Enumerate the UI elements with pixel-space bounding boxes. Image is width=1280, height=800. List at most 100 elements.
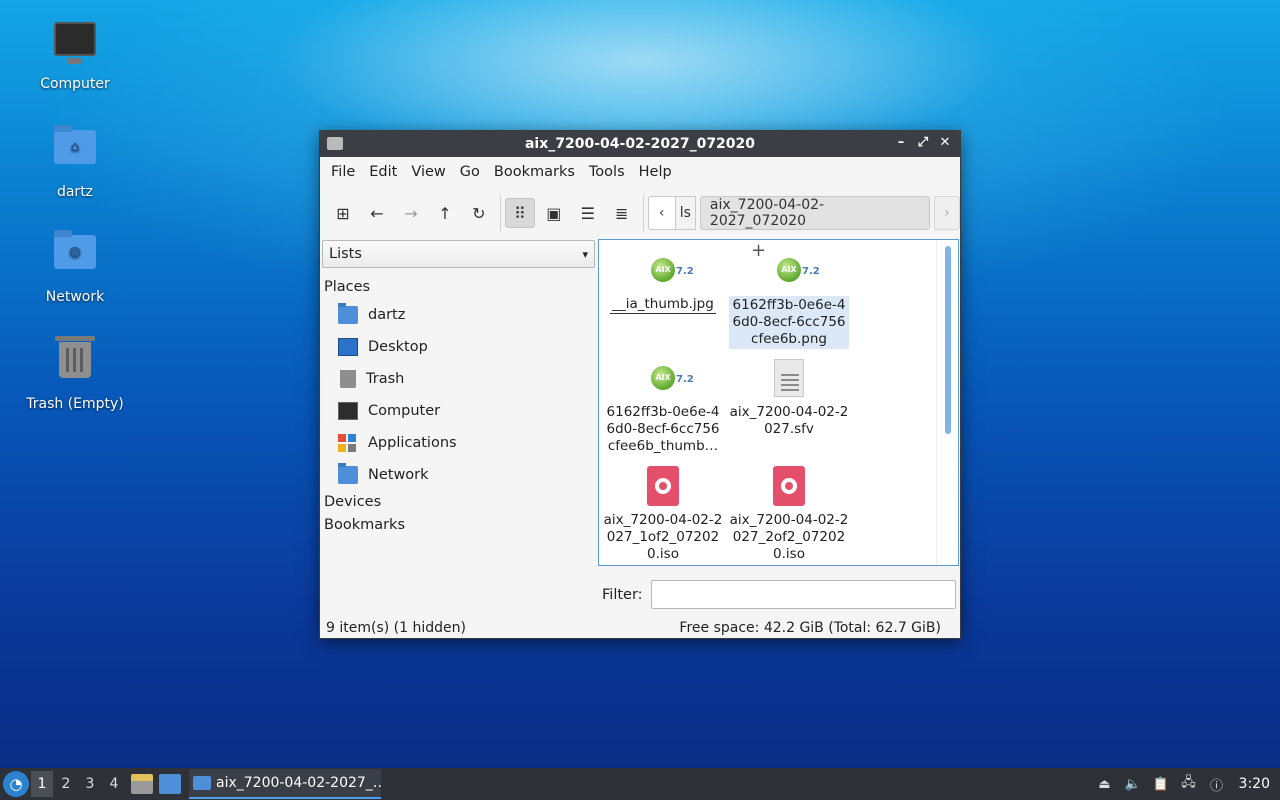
system-tray: ⏏ 🔈 📋 🖧 ⓘ 3:20 (1095, 774, 1280, 794)
lxqt-logo-icon: ◔ (9, 775, 23, 793)
path-crumb-parent[interactable]: ls (675, 196, 696, 230)
desktop-icon-label: dartz (56, 184, 94, 200)
filter-input[interactable] (650, 580, 956, 609)
places-heading[interactable]: Places (321, 276, 595, 299)
menu-edit[interactable]: Edit (362, 164, 404, 180)
notification-icon[interactable]: ⓘ (1207, 774, 1227, 794)
desktop-icon (338, 338, 358, 356)
reload-button[interactable]: ↻ (464, 198, 494, 228)
taskbar-window-label: aix_7200-04-02-2027_… (216, 775, 381, 791)
item-count: 9 item(s) (1 hidden) (326, 620, 466, 636)
start-menu-button[interactable]: ◔ (3, 771, 29, 797)
applications-icon (338, 434, 358, 452)
file-item[interactable]: AIX 7.2 6162ff3b-0e6e-4 6d0-8ecf-6cc756 cfe… (727, 248, 851, 349)
sidebar-item-home[interactable]: dartz (321, 299, 595, 331)
file-item[interactable]: aix_7200-04-02-2 027.sfv (727, 356, 851, 438)
menu-bar: File Edit View Go Bookmarks Tools Help (320, 157, 960, 187)
file-name: 6162ff3b-0e6e-4 6d0-8ecf-6cc756 cfee6b.png (729, 296, 849, 349)
devices-heading[interactable]: Devices (321, 491, 595, 514)
network-icon[interactable]: 🖧 (1179, 774, 1199, 794)
back-button[interactable]: ← (362, 198, 392, 228)
sidebar-item-desktop[interactable]: Desktop (321, 331, 595, 363)
up-button[interactable]: ↑ (430, 198, 460, 228)
vertical-scrollbar[interactable] (936, 240, 958, 565)
sidebar-item-trash[interactable]: Trash (321, 363, 595, 395)
file-name: aix_7200-04-02-2 027.sfv (729, 404, 849, 437)
toolbar-separator (642, 195, 644, 231)
file-item[interactable]: AIX 7.2 __ia_thumb.jpg (601, 248, 725, 314)
disc-image-icon (773, 466, 805, 506)
taskbar-window-button[interactable]: aix_7200-04-02-2027_… (189, 769, 381, 799)
minimize-button[interactable]: – (892, 134, 910, 152)
desktop-icon-label: Computer (40, 76, 110, 92)
forward-button[interactable]: → (396, 198, 426, 228)
clock[interactable]: 3:20 (1239, 776, 1270, 792)
computer-icon (338, 402, 358, 420)
arrow-up-icon: ↑ (438, 203, 452, 223)
new-tab-button[interactable]: ⊞ (328, 198, 358, 228)
file-name: aix_7200-04-02-2 027_1of2_07202 0.iso (603, 512, 723, 562)
file-view[interactable]: + AIX 7.2 __ia_thumb.jpg AIX 7.2 6162ff3b-… (598, 239, 959, 566)
show-desktop-icon[interactable] (159, 774, 181, 794)
compact-view-button[interactable]: ☰ (573, 198, 603, 228)
close-button[interactable]: ✕ (936, 134, 954, 152)
image-icon: ▣ (546, 203, 562, 223)
folder-icon (327, 137, 343, 150)
free-space: Free space: 42.2 GiB (Total: 62.7 GiB) (679, 620, 941, 636)
detailed-view-button[interactable]: ≣ (607, 198, 637, 228)
menu-tools[interactable]: Tools (582, 164, 632, 180)
side-pane-mode-select[interactable]: Lists ▾ (322, 240, 595, 268)
menu-file[interactable]: File (324, 164, 362, 180)
maximize-button[interactable]: ⤢ (914, 134, 932, 152)
desktop-icon-home[interactable]: ⌂ dartz (20, 122, 130, 200)
clipboard-icon[interactable]: 📋 (1151, 774, 1171, 794)
desktop-icon-trash[interactable]: Trash (Empty) (20, 332, 130, 412)
status-bar: 9 item(s) (1 hidden) Free space: 42.2 Gi… (320, 617, 960, 639)
file-name: __ia_thumb.jpg (610, 296, 716, 314)
reload-icon: ↻ (472, 203, 486, 223)
path-crumb-current[interactable]: aix_7200-04-02-2027_072020 (699, 196, 930, 230)
sidebar-item-label: Desktop (368, 339, 428, 355)
filter-label: Filter: (602, 586, 643, 603)
file-manager-launcher-icon[interactable] (131, 774, 153, 794)
menu-view[interactable]: View (404, 164, 452, 180)
workspace-1[interactable]: 1 (31, 771, 53, 797)
menu-bookmarks[interactable]: Bookmarks (487, 164, 582, 180)
thumbnail-view-button[interactable]: ▣ (539, 198, 569, 228)
bookmarks-heading[interactable]: Bookmarks (321, 514, 595, 537)
file-item[interactable]: aix_7200-04-02-2 027_2of2_07202 0.iso (727, 464, 851, 563)
scrollbar-thumb[interactable] (945, 246, 951, 434)
grid-icon: ⠿ (513, 203, 526, 223)
window-title: aix_7200-04-02-2027_072020 (524, 136, 756, 152)
workspace-4[interactable]: 4 (103, 771, 125, 797)
chevron-left-icon: ‹ (658, 205, 665, 221)
arrow-right-icon: → (404, 203, 418, 223)
sidebar-item-label: Network (368, 467, 429, 483)
trash-icon (51, 336, 99, 390)
desktop-icon-network[interactable]: ◍ Network (20, 227, 130, 305)
network-folder-icon: ◍ (51, 230, 99, 283)
icon-view-button[interactable]: ⠿ (504, 198, 535, 228)
file-item[interactable]: AIX 7.2 6162ff3b-0e6e-4 6d0-8ecf-6cc756 cfe… (601, 356, 725, 455)
side-pane-mode-value: Lists (329, 246, 362, 262)
path-scroll-left-button[interactable]: ‹ (647, 196, 676, 230)
toolbar-separator (499, 195, 501, 231)
new-tab-icon: ⊞ (336, 203, 350, 223)
sidebar-item-computer[interactable]: Computer (321, 395, 595, 427)
sidebar-item-network[interactable]: Network (321, 459, 595, 491)
disc-image-icon (647, 466, 679, 506)
aix-image-icon: AIX 7.2 (651, 366, 694, 390)
eject-icon[interactable]: ⏏ (1095, 774, 1115, 794)
path-scroll-right-button[interactable]: › (933, 196, 960, 230)
menu-go[interactable]: Go (453, 164, 487, 180)
volume-icon[interactable]: 🔈 (1123, 774, 1143, 794)
desktop-icon-computer[interactable]: Computer (20, 18, 130, 92)
sidebar-item-applications[interactable]: Applications (321, 427, 595, 459)
file-item[interactable]: aix_7200-04-02-2 027_1of2_07202 0.iso (601, 464, 725, 563)
menu-help[interactable]: Help (632, 164, 679, 180)
folder-icon (193, 776, 211, 790)
workspace-3[interactable]: 3 (79, 771, 101, 797)
home-folder-icon (338, 303, 358, 324)
title-bar[interactable]: aix_7200-04-02-2027_072020 – ⤢ ✕ (320, 131, 960, 157)
workspace-2[interactable]: 2 (55, 771, 77, 797)
